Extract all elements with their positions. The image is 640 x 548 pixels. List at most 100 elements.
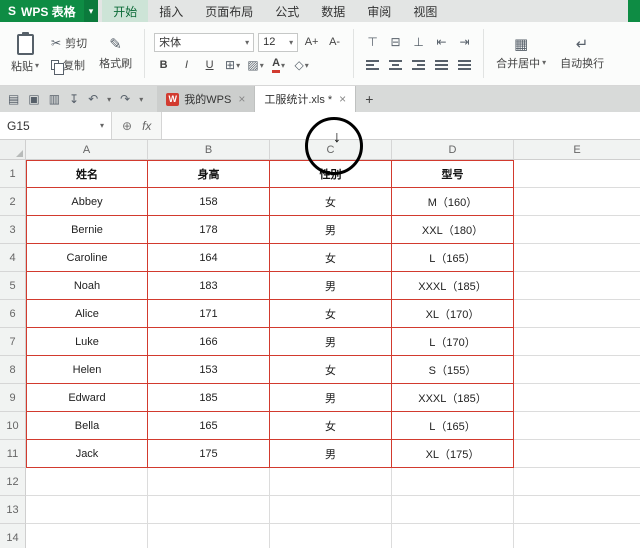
cell-E1[interactable] (514, 160, 640, 188)
cell-D9[interactable]: XXXL（185） (392, 384, 514, 412)
cell-A4[interactable]: Caroline (26, 244, 148, 272)
cell-E7[interactable] (514, 328, 640, 356)
cell-B2[interactable]: 158 (148, 188, 270, 216)
menu-tab-5[interactable]: 审阅 (356, 0, 402, 22)
cell-A6[interactable]: Alice (26, 300, 148, 328)
cell-D6[interactable]: XL（170） (392, 300, 514, 328)
cell-B6[interactable]: 171 (148, 300, 270, 328)
cell-C5[interactable]: 男 (270, 272, 392, 300)
font-color-button[interactable]: A ▾ (269, 56, 288, 75)
cell-C11[interactable]: 男 (270, 440, 392, 468)
cell-D4[interactable]: L（165） (392, 244, 514, 272)
cell-E11[interactable] (514, 440, 640, 468)
cell-A13[interactable] (26, 496, 148, 524)
increase-indent-button[interactable]: ⇥ (455, 33, 474, 52)
decrease-indent-button[interactable]: ⇤ (432, 33, 451, 52)
paste-button[interactable]: 粘贴 ▾ (4, 25, 46, 82)
fill-color-button[interactable]: ▨ ▾ (246, 56, 265, 75)
borders-button[interactable]: ⊞ ▾ (223, 56, 242, 75)
cell-C1[interactable]: 性别 (270, 160, 392, 188)
cell-C13[interactable] (270, 496, 392, 524)
row-header-12[interactable]: 12 (0, 468, 26, 496)
wps-menu-caret-icon[interactable]: ▾ (83, 0, 99, 22)
cell-A3[interactable]: Bernie (26, 216, 148, 244)
distribute-button[interactable] (455, 56, 474, 75)
cell-C8[interactable]: 女 (270, 356, 392, 384)
undo-icon[interactable]: ↶ (88, 93, 98, 105)
row-header-14[interactable]: 14 (0, 524, 26, 548)
document-tab-1[interactable]: 工服统计.xls * × (255, 86, 357, 112)
decrease-font-button[interactable]: A- (325, 33, 344, 52)
cell-C9[interactable]: 男 (270, 384, 392, 412)
formula-input[interactable] (162, 112, 640, 139)
row-header-3[interactable]: 3 (0, 216, 26, 244)
cell-A1[interactable]: 姓名 (26, 160, 148, 188)
cell-C12[interactable] (270, 468, 392, 496)
cell-B4[interactable]: 164 (148, 244, 270, 272)
document-tab-0[interactable]: W 我的WPS × (157, 86, 256, 112)
cell-A7[interactable]: Luke (26, 328, 148, 356)
cell-A2[interactable]: Abbey (26, 188, 148, 216)
print-icon[interactable]: ▥ (49, 93, 60, 105)
cell-B3[interactable]: 178 (148, 216, 270, 244)
save-icon[interactable]: ▣ (28, 93, 39, 105)
cell-B13[interactable] (148, 496, 270, 524)
underline-button[interactable]: U (200, 56, 219, 75)
name-box[interactable]: G15 ▾ (0, 112, 112, 139)
new-tab-button[interactable]: + (356, 86, 382, 112)
font-size-select[interactable]: 12 ▾ (258, 32, 299, 52)
cell-A5[interactable]: Noah (26, 272, 148, 300)
cell-A10[interactable]: Bella (26, 412, 148, 440)
row-header-5[interactable]: 5 (0, 272, 26, 300)
redo-icon[interactable]: ↷ (120, 93, 130, 105)
cell-A14[interactable] (26, 524, 148, 548)
cell-D12[interactable] (392, 468, 514, 496)
row-header-4[interactable]: 4 (0, 244, 26, 272)
column-header-A[interactable]: A (26, 140, 148, 159)
align-top-button[interactable]: ⊤ (363, 33, 382, 52)
align-center-button[interactable] (386, 56, 405, 75)
wps-logo[interactable]: S WPS 表格 (0, 0, 84, 22)
row-header-7[interactable]: 7 (0, 328, 26, 356)
cell-C7[interactable]: 男 (270, 328, 392, 356)
cell-D10[interactable]: L（165） (392, 412, 514, 440)
column-header-C[interactable]: C (270, 140, 392, 159)
cell-C2[interactable]: 女 (270, 188, 392, 216)
column-header-B[interactable]: B (148, 140, 270, 159)
justify-button[interactable] (432, 56, 451, 75)
search-icon[interactable]: ⊕ (122, 119, 132, 133)
cell-D5[interactable]: XXXL（185） (392, 272, 514, 300)
align-right-button[interactable] (409, 56, 428, 75)
cell-C14[interactable] (270, 524, 392, 548)
redo-caret-icon[interactable]: ▾ (139, 95, 143, 104)
cell-E12[interactable] (514, 468, 640, 496)
row-header-8[interactable]: 8 (0, 356, 26, 384)
copy-button[interactable]: 复制 (51, 57, 87, 75)
menu-tab-4[interactable]: 数据 (310, 0, 356, 22)
font-family-select[interactable]: 宋体 ▾ (154, 32, 255, 52)
select-all-corner[interactable] (0, 140, 26, 159)
column-header-E[interactable]: E (514, 140, 640, 159)
fx-icon[interactable]: fx (142, 119, 151, 133)
cell-E6[interactable] (514, 300, 640, 328)
file-icon[interactable]: ▤ (8, 93, 19, 105)
cell-C4[interactable]: 女 (270, 244, 392, 272)
cell-D8[interactable]: S（155） (392, 356, 514, 384)
export-pdf-icon[interactable]: ↧ (69, 93, 79, 105)
cut-button[interactable]: ✂ 剪切 (51, 35, 87, 51)
menu-tab-0[interactable]: 开始 (102, 0, 149, 22)
cell-D14[interactable] (392, 524, 514, 548)
menu-tab-6[interactable]: 视图 (402, 0, 448, 22)
cell-E2[interactable] (514, 188, 640, 216)
cell-B5[interactable]: 183 (148, 272, 270, 300)
align-middle-button[interactable]: ⊟ (386, 33, 405, 52)
close-tab-icon[interactable]: × (337, 92, 346, 106)
italic-button[interactable]: I (177, 56, 196, 75)
cell-E14[interactable] (514, 524, 640, 548)
cell-D2[interactable]: M（160） (392, 188, 514, 216)
cell-E13[interactable] (514, 496, 640, 524)
cell-B8[interactable]: 153 (148, 356, 270, 384)
cell-A8[interactable]: Helen (26, 356, 148, 384)
column-header-D[interactable]: D (392, 140, 514, 159)
cell-D7[interactable]: L（170） (392, 328, 514, 356)
